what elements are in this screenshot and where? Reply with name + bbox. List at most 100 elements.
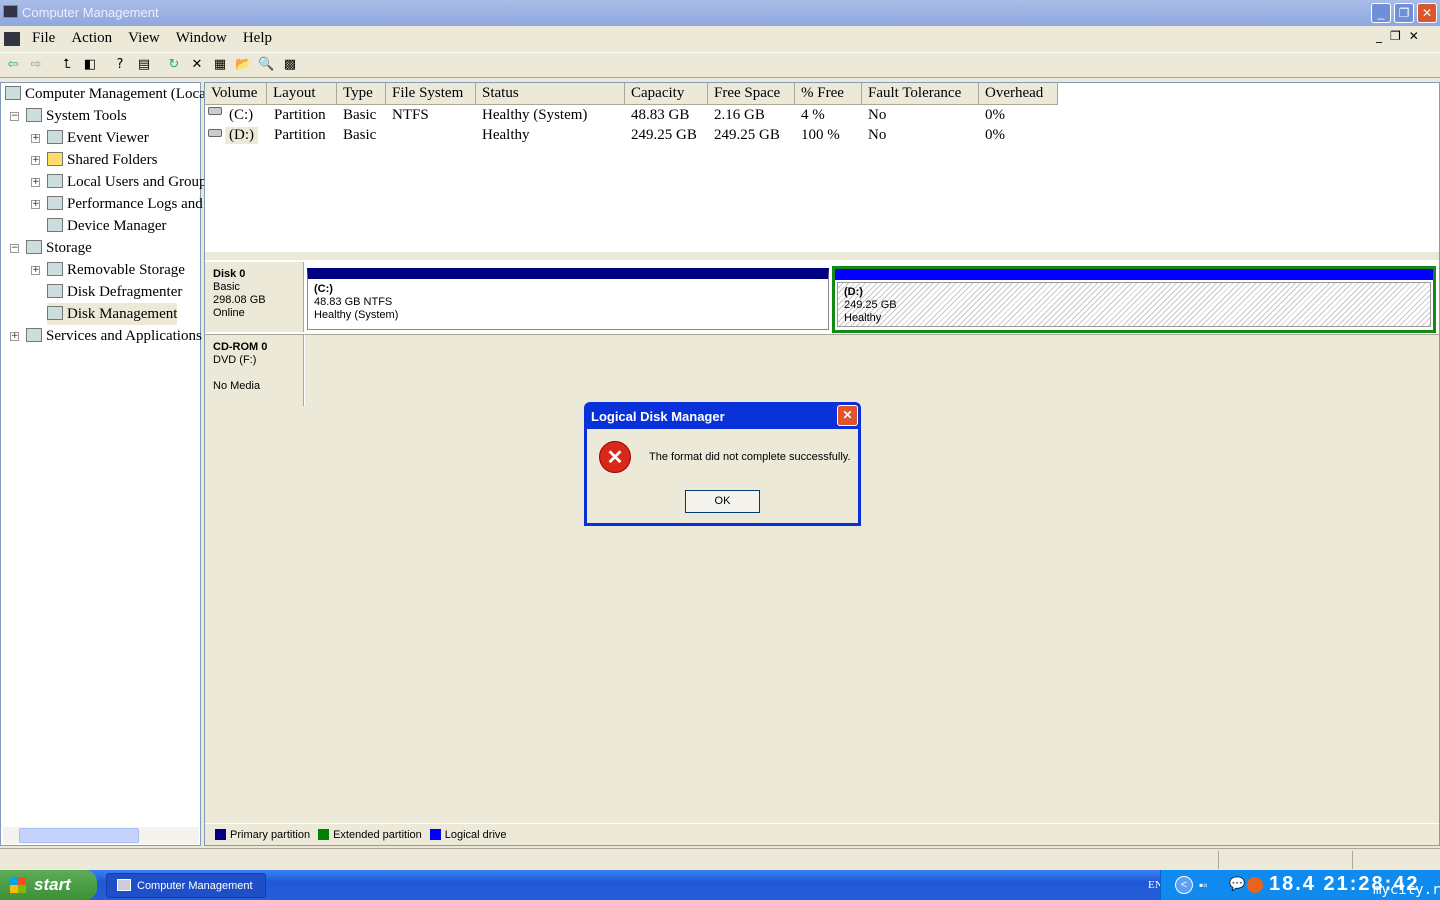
- expand-icon[interactable]: +: [31, 178, 40, 187]
- error-icon: ✕: [599, 441, 631, 473]
- cell-layout: Partition: [274, 107, 326, 123]
- taskbar-item-computer-management[interactable]: Computer Management: [106, 873, 266, 898]
- col-type[interactable]: Type: [337, 83, 386, 105]
- network-icon[interactable]: ▪▫: [1199, 878, 1208, 892]
- menu-window[interactable]: Window: [168, 30, 235, 52]
- performance-icon: [47, 196, 63, 210]
- open-icon[interactable]: 📂: [235, 57, 251, 73]
- console-tree: Computer Management (Local) − System Too…: [0, 82, 242, 846]
- col-capacity[interactable]: Capacity: [625, 83, 708, 105]
- partition-c[interactable]: (C:) 48.83 GB NTFS Healthy (System): [307, 268, 829, 330]
- settings-icon[interactable]: ▩: [282, 57, 298, 73]
- tree-local-users[interactable]: Local Users and Groups: [47, 171, 212, 193]
- expand-icon[interactable]: +: [10, 332, 19, 341]
- tree-system-tools[interactable]: System Tools: [26, 105, 127, 127]
- show-hide-tree-icon[interactable]: ◧: [82, 57, 98, 73]
- drive-icon: [208, 129, 222, 137]
- forward-icon[interactable]: ⇨: [28, 57, 44, 73]
- expand-icon[interactable]: +: [31, 156, 40, 165]
- task-label: Computer Management: [137, 880, 253, 892]
- cell-percent-free: 100 %: [801, 127, 840, 143]
- help-icon[interactable]: ?: [112, 57, 128, 73]
- removable-storage-icon: [47, 262, 63, 276]
- tree-device-manager[interactable]: Device Manager: [47, 215, 167, 237]
- mdi-controls[interactable]: _❐✕: [1376, 29, 1427, 43]
- computer-icon: [3, 5, 18, 18]
- col-file-system[interactable]: File System: [386, 83, 476, 105]
- partition-info: 249.25 GB: [844, 299, 897, 311]
- title-bar: Computer Management _ ❐ ✕: [0, 0, 1440, 26]
- tree-shared-folders[interactable]: Shared Folders: [47, 149, 157, 171]
- cell-type: Basic: [343, 127, 377, 143]
- back-icon[interactable]: ⇦: [5, 57, 21, 73]
- menu-action[interactable]: Action: [63, 30, 120, 52]
- dialog-title: Logical Disk Manager: [591, 409, 725, 424]
- disk-state: Online: [213, 307, 245, 319]
- scroll-thumb[interactable]: [19, 828, 139, 843]
- messenger-icon[interactable]: 💬: [1229, 876, 1245, 892]
- close-button[interactable]: ✕: [1417, 3, 1437, 23]
- tree-services-applications[interactable]: Services and Applications: [26, 325, 202, 347]
- ok-button[interactable]: OK: [685, 490, 760, 513]
- expand-icon[interactable]: +: [31, 266, 40, 275]
- tree-removable-storage[interactable]: Removable Storage: [47, 259, 185, 281]
- partition-status: Healthy: [844, 312, 882, 324]
- expand-icon[interactable]: +: [31, 134, 40, 143]
- error-dialog: Logical Disk Manager ✕ ✕ The format did …: [584, 402, 861, 526]
- system-tray: < ▪▫ 💬 18.4 21:28:42 mycity.rs: [1160, 870, 1440, 900]
- tree-computer-management[interactable]: Computer Management (Local): [5, 83, 215, 105]
- legend-primary: Primary partition: [230, 828, 311, 841]
- col-fault-tolerance[interactable]: Fault Tolerance: [862, 83, 979, 105]
- collapse-icon[interactable]: −: [10, 244, 19, 253]
- dialog-message: The format did not complete successfully…: [649, 451, 851, 463]
- app-menu-icon[interactable]: [4, 32, 20, 46]
- menu-help[interactable]: Help: [235, 30, 280, 52]
- cell-overhead: 0%: [985, 127, 1005, 143]
- menu-bar: File Action View Window Help _❐✕: [0, 26, 1440, 52]
- tree-disk-defragmenter[interactable]: Disk Defragmenter: [47, 281, 182, 303]
- menu-view[interactable]: View: [120, 30, 168, 52]
- minimize-button[interactable]: _: [1371, 3, 1391, 23]
- tree-disk-management[interactable]: Disk Management: [47, 303, 178, 325]
- disk-size: 298.08 GB: [213, 294, 266, 306]
- expand-icon[interactable]: +: [31, 200, 40, 209]
- col-volume[interactable]: Volume: [205, 83, 267, 105]
- search-icon[interactable]: 🔍: [258, 57, 274, 73]
- menu-file[interactable]: File: [24, 30, 63, 52]
- device-manager-icon: [47, 218, 63, 232]
- watermark: mycity.rs: [1373, 882, 1440, 898]
- col-percent-free[interactable]: % Free: [795, 83, 862, 105]
- cell-fault-tolerance: No: [868, 107, 887, 123]
- refresh-icon[interactable]: ↻: [166, 57, 182, 73]
- defrag-icon: [47, 284, 63, 298]
- divider: [1352, 851, 1353, 869]
- col-layout[interactable]: Layout: [267, 83, 337, 105]
- cdrom-type: DVD (F:): [213, 354, 257, 366]
- restore-button[interactable]: ❐: [1394, 3, 1414, 23]
- cdrom-area: [305, 335, 1439, 406]
- delete-icon[interactable]: ✕: [189, 57, 205, 73]
- app-tray-icon[interactable]: [1247, 877, 1263, 893]
- properties-icon[interactable]: ▦: [212, 57, 228, 73]
- tree-event-viewer[interactable]: Event Viewer: [47, 127, 149, 149]
- cell-free-space: 2.16 GB: [714, 107, 765, 123]
- legend-extended: Extended partition: [333, 828, 422, 841]
- cdrom-label[interactable]: CD-ROM 0 DVD (F:) No Media: [205, 335, 304, 406]
- show-hidden-icons-button[interactable]: <: [1175, 876, 1193, 894]
- up-folder-icon[interactable]: ⮤: [59, 57, 75, 73]
- collapse-icon[interactable]: −: [10, 112, 19, 121]
- partition-name: (D:): [844, 286, 863, 298]
- start-button[interactable]: start: [0, 870, 97, 900]
- disk0-label[interactable]: Disk 0 Basic 298.08 GB Online: [205, 262, 304, 332]
- dialog-close-button[interactable]: ✕: [837, 405, 858, 426]
- action-pane-icon[interactable]: ▤: [136, 57, 152, 73]
- tree-storage[interactable]: Storage: [26, 237, 92, 259]
- partition-d[interactable]: (D:) 249.25 GB Healthy: [832, 266, 1436, 333]
- dialog-title-bar: Logical Disk Manager ✕: [587, 402, 858, 429]
- col-status[interactable]: Status: [476, 83, 625, 105]
- disk-management-icon: [47, 306, 63, 320]
- col-overhead[interactable]: Overhead: [979, 83, 1058, 105]
- col-free-space[interactable]: Free Space: [708, 83, 795, 105]
- logical-swatch: [429, 829, 441, 840]
- horizontal-scrollbar[interactable]: [3, 827, 199, 844]
